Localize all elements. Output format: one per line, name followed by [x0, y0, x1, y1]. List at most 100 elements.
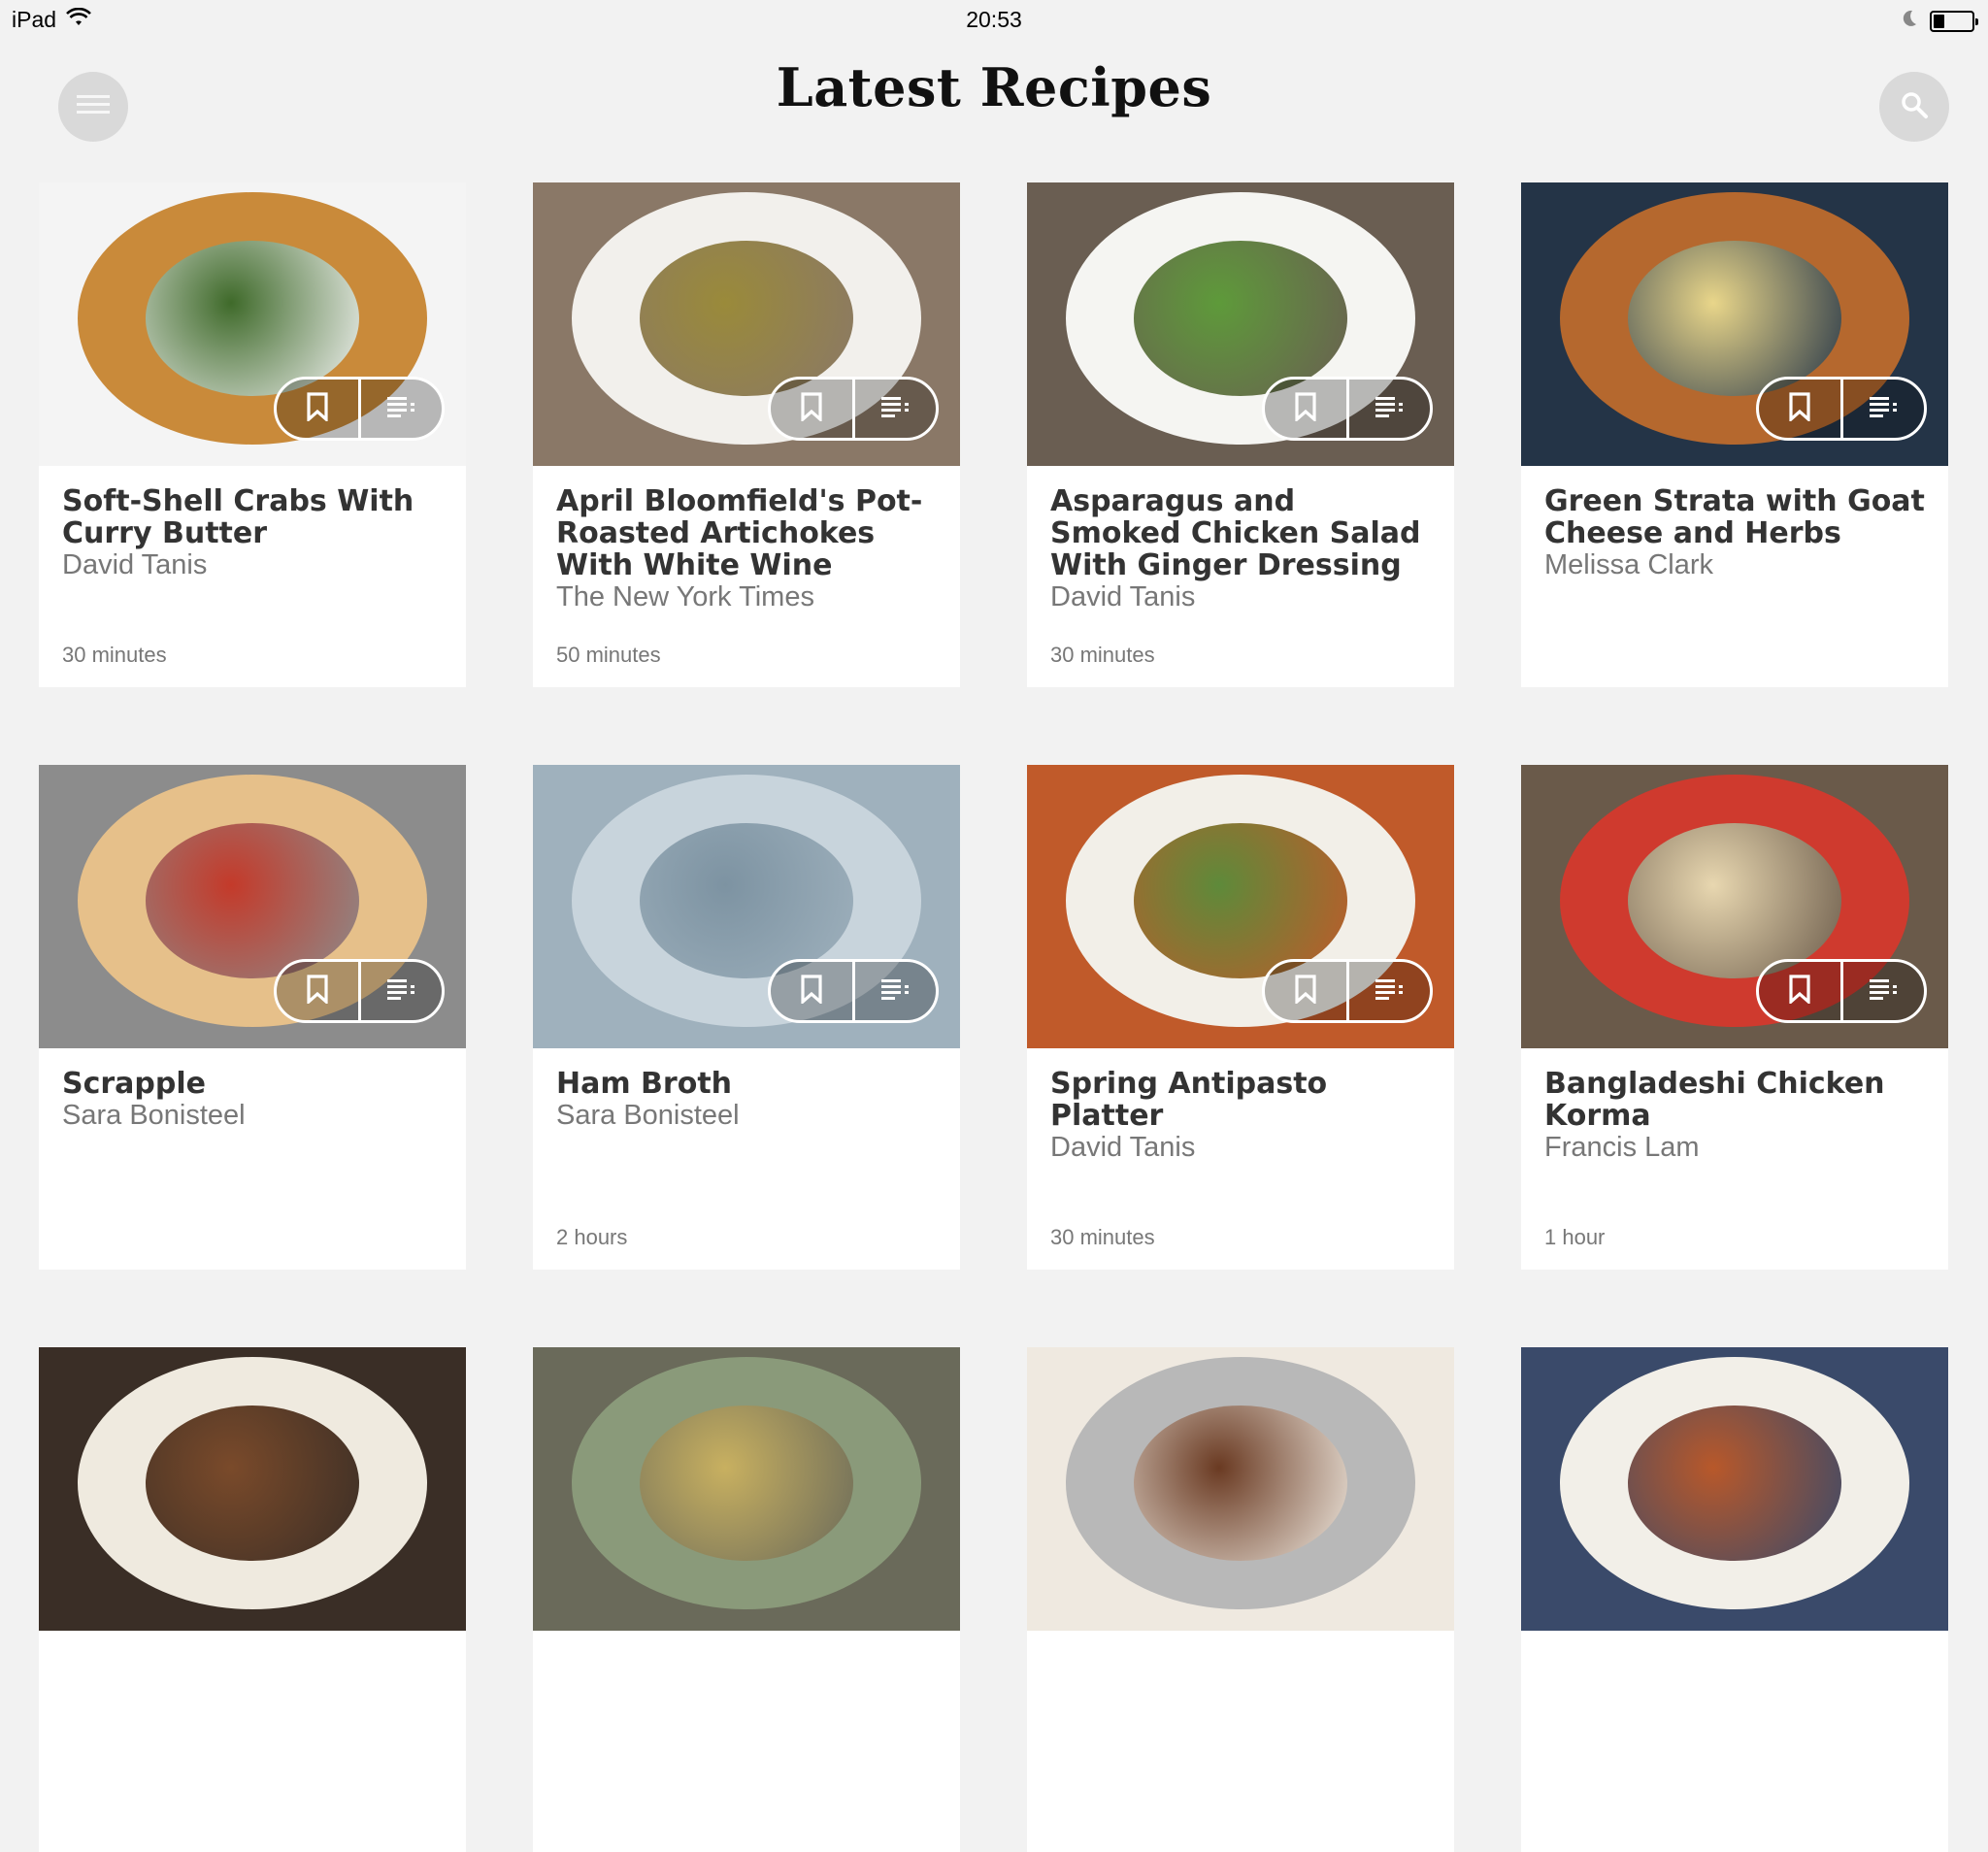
- recipe-list-icon: [1375, 978, 1404, 1005]
- recipe-author: Melissa Clark: [1544, 549, 1714, 580]
- search-icon: [1900, 90, 1929, 124]
- bookmark-button[interactable]: [1265, 380, 1346, 438]
- recipe-list-icon: [881, 396, 910, 422]
- clock: 20:53: [966, 7, 1022, 32]
- bookmark-icon: [1295, 391, 1316, 426]
- recipe-list-button[interactable]: [1839, 380, 1925, 438]
- bookmark-button[interactable]: [771, 962, 852, 1020]
- food-dish: [1134, 823, 1347, 978]
- status-right: [1901, 8, 1978, 34]
- food-dish: [1628, 1406, 1841, 1561]
- recipe-list-icon: [1375, 396, 1404, 422]
- food-dish: [640, 823, 853, 978]
- recipe-card[interactable]: [1521, 1347, 1948, 1852]
- recipe-time: 30 minutes: [62, 643, 167, 667]
- recipe-time: 1 hour: [1544, 1225, 1606, 1249]
- recipe-title-block[interactable]: Bangladeshi Chicken Korma Francis Lam: [1544, 1068, 1929, 1164]
- bookmark-button[interactable]: [1759, 380, 1840, 438]
- recipe-card[interactable]: Scrapple Sara Bonisteel: [39, 765, 466, 1270]
- recipe-photo[interactable]: [533, 765, 960, 1048]
- food-dish: [1628, 823, 1841, 978]
- recipe-photo[interactable]: [1027, 1347, 1454, 1631]
- recipe-list-button[interactable]: [851, 962, 937, 1020]
- recipe-card[interactable]: April Bloomfield's Pot-Roasted Artichoke…: [533, 182, 960, 687]
- recipe-card[interactable]: Ham Broth Sara Bonisteel 2 hours: [533, 765, 960, 1270]
- recipe-list-icon: [1870, 396, 1898, 422]
- recipe-photo[interactable]: [1027, 182, 1454, 466]
- food-dish: [1134, 241, 1347, 396]
- bookmark-button[interactable]: [1759, 962, 1840, 1020]
- page-title: Latest Recipes: [776, 56, 1212, 118]
- food-dish: [640, 1406, 853, 1561]
- recipe-photo[interactable]: [533, 182, 960, 466]
- recipe-title-block[interactable]: Scrapple Sara Bonisteel: [62, 1068, 447, 1132]
- recipe-card[interactable]: [533, 1347, 960, 1852]
- battery-icon: [1930, 10, 1978, 32]
- recipe-title: Asparagus and Smoked Chicken Salad With …: [1050, 484, 1421, 582]
- card-actions: [274, 959, 445, 1023]
- recipe-photo[interactable]: [533, 1347, 960, 1631]
- bookmark-icon: [801, 974, 822, 1009]
- recipe-author: Sara Bonisteel: [556, 1100, 740, 1131]
- recipe-title: Spring Antipasto Platter: [1050, 1067, 1328, 1133]
- battery-fill: [1934, 14, 1945, 28]
- card-actions: [768, 377, 939, 441]
- recipe-card[interactable]: Bangladeshi Chicken Korma Francis Lam 1 ho…: [1521, 765, 1948, 1270]
- recipe-title-block[interactable]: Soft-Shell Crabs With Curry Butter David …: [62, 485, 447, 581]
- recipe-list-icon: [1870, 978, 1898, 1005]
- bookmark-button[interactable]: [277, 962, 358, 1020]
- recipe-author: David Tanis: [1050, 581, 1196, 612]
- recipe-photo[interactable]: [39, 1347, 466, 1631]
- recipe-photo[interactable]: [1027, 765, 1454, 1048]
- recipe-list-icon: [387, 396, 415, 422]
- recipe-title-block[interactable]: Green Strata with Goat Cheese and Herbs M…: [1544, 485, 1929, 581]
- recipe-card[interactable]: Spring Antipasto Platter David Tanis 30 mi…: [1027, 765, 1454, 1270]
- recipe-title: Ham Broth: [556, 1067, 733, 1101]
- recipe-photo[interactable]: [39, 765, 466, 1048]
- recipe-title: Scrapple: [62, 1067, 207, 1101]
- recipe-photo[interactable]: [1521, 182, 1948, 466]
- recipe-title-block[interactable]: Ham Broth Sara Bonisteel: [556, 1068, 941, 1132]
- card-actions: [768, 959, 939, 1023]
- recipe-author: The New York Times: [556, 581, 814, 612]
- recipe-title: April Bloomfield's Pot-Roasted Artichoke…: [556, 484, 923, 582]
- status-bar: iPad 20:53: [0, 0, 1988, 39]
- recipe-list-button[interactable]: [357, 380, 443, 438]
- food-dish: [1628, 241, 1841, 396]
- recipe-photo[interactable]: [1521, 765, 1948, 1048]
- recipe-title-block[interactable]: April Bloomfield's Pot-Roasted Artichoke…: [556, 485, 941, 613]
- card-actions: [274, 377, 445, 441]
- card-actions: [1756, 959, 1927, 1023]
- recipe-card[interactable]: [39, 1347, 466, 1852]
- bookmark-icon: [1295, 974, 1316, 1009]
- recipe-author: David Tanis: [1050, 1132, 1196, 1163]
- recipe-list-button[interactable]: [357, 962, 443, 1020]
- recipe-title-block[interactable]: Spring Antipasto Platter David Tanis: [1050, 1068, 1435, 1164]
- moon-icon: [1901, 8, 1918, 34]
- recipe-list-button[interactable]: [1345, 380, 1431, 438]
- recipe-author: Francis Lam: [1544, 1132, 1700, 1163]
- food-dish: [146, 823, 359, 978]
- bookmark-button[interactable]: [277, 380, 358, 438]
- bookmark-icon: [307, 391, 328, 426]
- recipe-photo[interactable]: [39, 182, 466, 466]
- recipe-card[interactable]: Asparagus and Smoked Chicken Salad With …: [1027, 182, 1454, 687]
- bookmark-button[interactable]: [1265, 962, 1346, 1020]
- recipe-author: Sara Bonisteel: [62, 1100, 246, 1131]
- bookmark-button[interactable]: [771, 380, 852, 438]
- recipe-list-icon: [881, 978, 910, 1005]
- recipe-time: 30 minutes: [1050, 643, 1155, 667]
- card-actions: [1756, 377, 1927, 441]
- card-actions: [1262, 959, 1433, 1023]
- recipe-list-button[interactable]: [851, 380, 937, 438]
- recipe-title-block[interactable]: Asparagus and Smoked Chicken Salad With …: [1050, 485, 1435, 613]
- recipe-photo[interactable]: [1521, 1347, 1948, 1631]
- search-button[interactable]: [1879, 72, 1949, 142]
- recipe-card[interactable]: [1027, 1347, 1454, 1852]
- recipe-list-button[interactable]: [1345, 962, 1431, 1020]
- recipe-card[interactable]: Soft-Shell Crabs With Curry Butter David …: [39, 182, 466, 687]
- recipe-card[interactable]: Green Strata with Goat Cheese and Herbs M…: [1521, 182, 1948, 687]
- food-dish: [640, 241, 853, 396]
- recipe-list-button[interactable]: [1839, 962, 1925, 1020]
- recipe-time: 50 minutes: [556, 643, 661, 667]
